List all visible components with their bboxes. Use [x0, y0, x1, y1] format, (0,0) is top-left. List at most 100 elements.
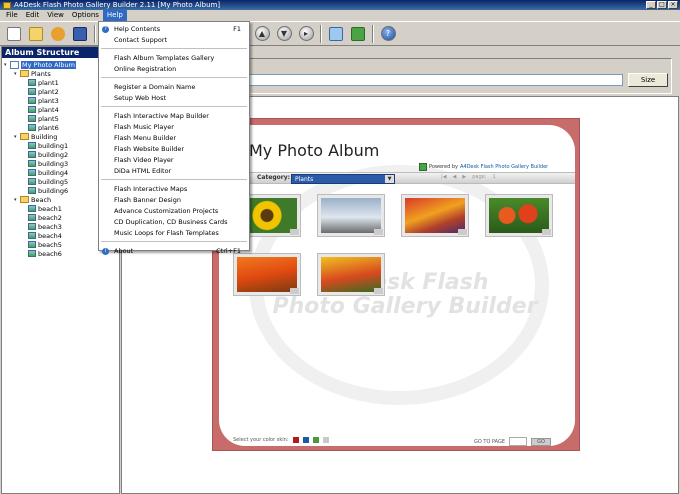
swatch-green[interactable]	[312, 437, 319, 443]
menu-item-label: Help Contents	[114, 25, 161, 33]
tree-item[interactable]: plant2	[28, 87, 59, 96]
folder-icon	[20, 196, 29, 203]
preview-button[interactable]	[326, 24, 346, 44]
tree-item-label: plant6	[38, 123, 59, 132]
menu-banner-design[interactable]: Flash Banner Design	[99, 195, 249, 206]
nav-dropdown-button[interactable]: ▸	[296, 24, 316, 44]
menu-help-contents[interactable]: ? Help Contents F1	[99, 24, 249, 35]
tree-item-label: building5	[38, 177, 69, 186]
photo-thumbnail[interactable]	[317, 194, 385, 237]
menu-music-player[interactable]: Flash Music Player	[99, 122, 249, 133]
menu-item-label: Register a Domain Name	[114, 83, 196, 91]
menu-options[interactable]: Options	[68, 10, 103, 21]
menu-templates-gallery[interactable]: Flash Album Templates Gallery	[99, 53, 249, 64]
tree-folder-building[interactable]: ▾ Building	[14, 132, 57, 141]
swatch-blue[interactable]	[302, 437, 309, 443]
menu-interactive-maps[interactable]: Flash Interactive Maps	[99, 184, 249, 195]
menu-map-builder[interactable]: Flash Interactive Map Builder	[99, 111, 249, 122]
tree-item[interactable]: building2	[28, 150, 68, 159]
tree-item[interactable]: plant3	[28, 96, 59, 105]
go-button[interactable]: GO	[531, 437, 552, 446]
menu-item-label: Flash Music Player	[114, 123, 174, 131]
refresh-button[interactable]	[48, 24, 68, 44]
category-select[interactable]: Plants ▼	[291, 174, 395, 184]
arrow-up-icon: ▲	[254, 26, 270, 41]
arrow-right-icon: ▸	[298, 26, 314, 41]
brand-link[interactable]: A4Desk Flash Photo Gallery Builder	[460, 164, 548, 170]
tree-item[interactable]: building6	[28, 186, 68, 195]
tree-item-label: beach5	[38, 240, 62, 249]
photo-thumbnail[interactable]	[317, 253, 385, 296]
tree-item[interactable]: plant5	[28, 114, 59, 123]
menu-video-player[interactable]: Flash Video Player	[99, 155, 249, 166]
menu-item-label: DiDa HTML Editor	[114, 167, 172, 175]
brand-logo-icon	[419, 163, 427, 171]
goto-page-input[interactable]	[509, 437, 528, 446]
maximize-button[interactable]: □	[657, 1, 667, 9]
menu-customization-projects[interactable]: Advance Customization Projects	[99, 206, 249, 217]
tree-item[interactable]: beach6	[28, 249, 62, 258]
menu-item-label: About	[114, 247, 134, 255]
tree-folder-plants[interactable]: ▾ Plants	[14, 69, 51, 78]
photo-thumbnail[interactable]	[233, 253, 301, 296]
new-button[interactable]	[4, 24, 24, 44]
tree-root[interactable]: ▾ My Photo Album	[4, 60, 76, 69]
tree-item[interactable]: beach2	[28, 213, 62, 222]
category-bar: Category: Plants ▼ |◀ ◀ ▶ page: 1	[219, 172, 575, 184]
prev-page-icon[interactable]: ◀	[453, 174, 457, 180]
tree-item[interactable]: building3	[28, 159, 68, 168]
tree-item[interactable]: plant6	[28, 123, 59, 132]
forward-button[interactable]: ▼	[274, 24, 294, 44]
menu-cd-duplication[interactable]: CD Duplication, CD Business Cards	[99, 217, 249, 228]
menu-item-label: CD Duplication, CD Business Cards	[114, 218, 228, 226]
first-page-icon[interactable]: |◀	[441, 174, 447, 180]
menu-help[interactable]: Help	[102, 10, 127, 21]
photo-thumbnail[interactable]	[401, 194, 469, 237]
swatch-gray[interactable]	[322, 437, 329, 443]
menu-item-label: Flash Interactive Maps	[114, 185, 188, 193]
photo-tag	[374, 229, 383, 235]
menu-online-registration[interactable]: Online Registration	[99, 64, 249, 75]
color-skin-selector: Select your color skin:	[233, 437, 329, 443]
menu-item-label: Flash Album Templates Gallery	[114, 54, 215, 62]
menu-website-builder[interactable]: Flash Website Builder	[99, 144, 249, 155]
tree-item-label: building4	[38, 168, 69, 177]
tree-item[interactable]: building1	[28, 141, 68, 150]
minimize-button[interactable]: _	[646, 1, 656, 9]
menu-view[interactable]: View	[43, 10, 68, 21]
menu-register-domain[interactable]: Register a Domain Name	[99, 82, 249, 93]
tree-item[interactable]: beach5	[28, 240, 62, 249]
tree-item[interactable]: plant4	[28, 105, 59, 114]
close-button[interactable]: ×	[668, 1, 678, 9]
tree-item[interactable]: building5	[28, 177, 68, 186]
menu-setup-web-host[interactable]: Setup Web Host	[99, 93, 249, 104]
menu-menu-builder[interactable]: Flash Menu Builder	[99, 133, 249, 144]
menu-html-editor[interactable]: DiDa HTML Editor	[99, 166, 249, 177]
folder-icon	[20, 70, 29, 77]
open-button[interactable]	[26, 24, 46, 44]
next-page-icon[interactable]: ▶	[462, 174, 466, 180]
publish-button[interactable]	[348, 24, 368, 44]
size-button[interactable]: Size	[628, 73, 668, 87]
tree-folder-beach[interactable]: ▾ Beach	[14, 195, 51, 204]
menu-edit[interactable]: Edit	[22, 10, 44, 21]
menu-about[interactable]: i About Ctrl+F1	[99, 246, 249, 257]
tree-item-label: plant5	[38, 114, 59, 123]
tree-item[interactable]: beach4	[28, 231, 62, 240]
help-button[interactable]: ?	[378, 24, 398, 44]
publish-icon	[351, 26, 365, 41]
tree-item[interactable]: plant1	[28, 78, 59, 87]
tree-item[interactable]: beach3	[28, 222, 62, 231]
yellow-tulips-image	[321, 257, 381, 292]
tree-item[interactable]: building4	[28, 168, 68, 177]
swatch-red[interactable]	[292, 437, 299, 443]
save-button[interactable]	[70, 24, 90, 44]
photo-thumbnail[interactable]	[485, 194, 553, 237]
back-button[interactable]: ▲	[252, 24, 272, 44]
menu-music-loops[interactable]: Music Loops for Flash Templates	[99, 228, 249, 239]
menu-contact-support[interactable]: Contact Support	[99, 35, 249, 46]
tree-item[interactable]: beach1	[28, 204, 62, 213]
menu-file[interactable]: File	[2, 10, 22, 21]
image-icon	[28, 115, 36, 122]
folder-label: Building	[31, 132, 58, 141]
